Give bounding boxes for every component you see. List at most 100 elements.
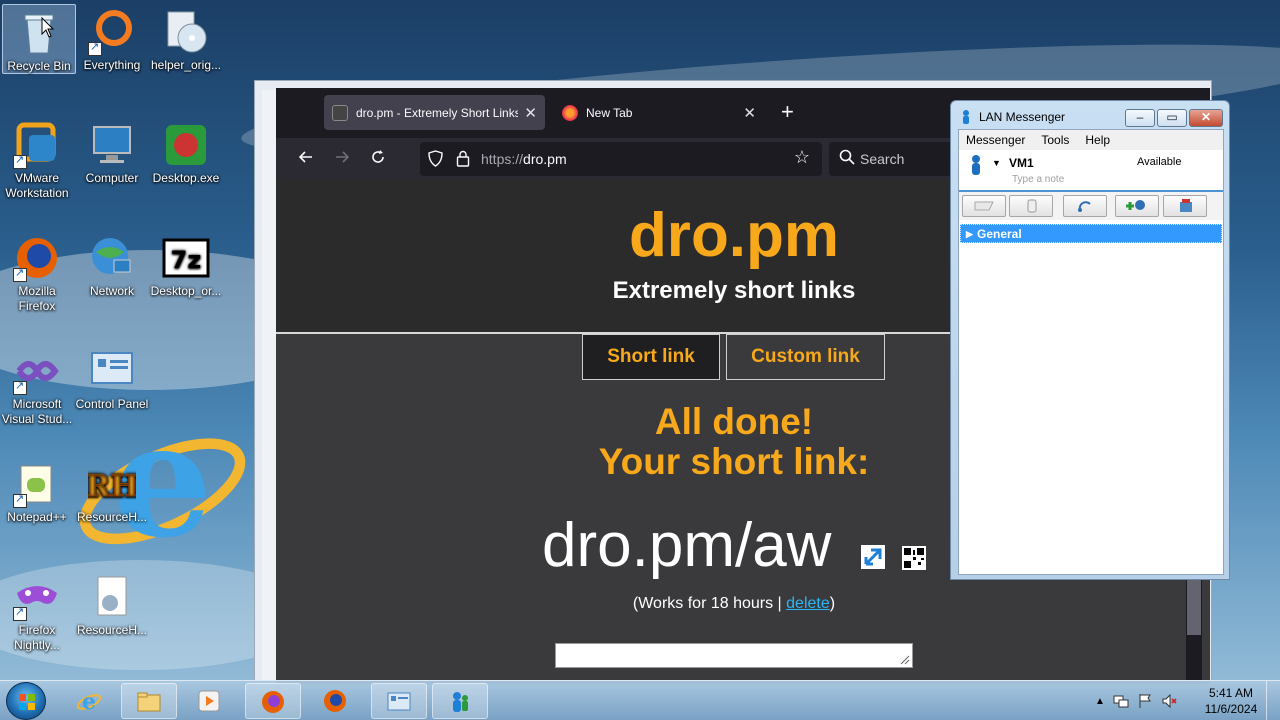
svg-text:e: e — [82, 689, 96, 714]
show-desktop-button[interactable] — [1266, 681, 1280, 720]
volume-muted-icon[interactable] — [1161, 693, 1177, 709]
short-link-tab[interactable]: Short link — [582, 334, 720, 380]
expiry-note: (Works for 18 hours | delete) — [632, 595, 836, 612]
desktop-icon-desktop-or[interactable]: 7z Desktop_or... — [149, 230, 223, 299]
taskbar-media-player[interactable] — [182, 683, 238, 719]
tools-icon — [1180, 199, 1192, 212]
scrollbar-thumb[interactable] — [1187, 580, 1201, 635]
chat-bubble-icon — [974, 201, 994, 211]
taskbar-firefox[interactable] — [308, 683, 364, 719]
taskbar-firefox-nightly[interactable] — [245, 683, 301, 719]
firefox-icon — [324, 690, 346, 712]
chat-button[interactable] — [962, 195, 1006, 217]
lan-messenger-app-icon — [963, 110, 969, 124]
menu-tools[interactable]: Tools — [1041, 130, 1069, 150]
minimize-button[interactable]: – — [1125, 109, 1155, 127]
desktop-icon-notepadpp[interactable]: Notepad++ — [0, 456, 74, 525]
firefox-icon — [13, 234, 61, 282]
show-hidden-icons-icon[interactable]: ▲ — [1095, 696, 1105, 707]
notepadpp-icon — [13, 460, 61, 508]
7zip-icon: 7z — [162, 234, 210, 282]
short-link-result[interactable]: dro.pm/aw — [542, 510, 831, 581]
desktop-icon-computer[interactable]: Computer — [75, 117, 149, 186]
desktop-icon-label: Notepad++ — [7, 510, 67, 524]
desktop-icon-recycle-bin[interactable]: Recycle Bin — [2, 4, 76, 74]
taskbar-lan-messenger[interactable] — [432, 683, 488, 719]
taskbar-ie[interactable]: e — [62, 683, 118, 719]
firefox-nightly-icon — [13, 573, 61, 621]
back-button[interactable] — [294, 147, 318, 171]
maximize-button[interactable]: ▭ — [1157, 109, 1187, 127]
recycle-bin-icon — [15, 9, 63, 57]
custom-link-tab[interactable]: Custom link — [726, 334, 885, 380]
desktop-icon-label: Network — [89, 284, 134, 298]
desktop-icon-vmware[interactable]: VMware Workstation — [0, 117, 74, 201]
disc-icon — [162, 8, 210, 56]
desktop-icon-everything[interactable]: Everything — [75, 4, 149, 73]
vmware-icon — [13, 121, 61, 169]
action-center-flag-icon[interactable] — [1137, 693, 1153, 709]
user-status[interactable]: Available — [1137, 156, 1181, 168]
link-textarea[interactable] — [555, 643, 913, 668]
tab-close-button[interactable]: ✕ — [524, 104, 537, 122]
desktop-icon-resource-hacker[interactable]: RH ResourceH... — [75, 456, 149, 525]
lock-icon[interactable] — [456, 150, 470, 167]
contact-group-general[interactable]: ▶ General — [960, 224, 1222, 243]
taskbar-control-panel[interactable] — [371, 683, 427, 719]
desktop-icon-firefox-nightly[interactable]: Firefox Nightly... — [0, 569, 74, 653]
user-avatar-icon[interactable] — [970, 154, 982, 176]
desktop-icon-desktop-exe[interactable]: Desktop.exe — [149, 117, 223, 186]
bookmark-star-icon[interactable]: ☆ — [794, 147, 810, 168]
desktop-icon-network[interactable]: Network — [75, 230, 149, 299]
url-bar[interactable]: https://dro.pm ☆ — [420, 142, 822, 176]
desktop-icon-label: Firefox Nightly... — [14, 623, 60, 652]
menu-help[interactable]: Help — [1085, 130, 1110, 150]
desktop-icon-label: Microsoft Visual Stud... — [1, 397, 73, 426]
shortcut-arrow-icon — [13, 605, 27, 621]
start-button[interactable] — [6, 682, 46, 720]
tab-dro-pm[interactable]: dro.pm - Extremely Short Links ✕ — [324, 95, 545, 130]
desktop-icon-label: Control Panel — [75, 397, 149, 411]
lan-menubar: Messenger Tools Help — [959, 130, 1223, 150]
desktop-icon-firefox[interactable]: Mozilla Firefox — [0, 230, 74, 314]
desktop-icon-control-panel[interactable]: Control Panel — [75, 343, 149, 412]
everything-icon — [88, 8, 136, 56]
resize-grip-icon[interactable] — [898, 653, 910, 665]
delete-link[interactable]: delete — [786, 595, 830, 612]
qr-code-icon[interactable] — [902, 546, 926, 570]
user-name: VM1 — [1009, 156, 1034, 170]
broadcast-button[interactable] — [1009, 195, 1053, 217]
lan-messenger-window: LAN Messenger – ▭ ✕ Messenger Tools Help… — [950, 100, 1230, 580]
network-tray-icon[interactable] — [1113, 693, 1129, 709]
close-button[interactable]: ✕ — [1189, 109, 1223, 127]
reload-button[interactable] — [366, 147, 390, 171]
desktop-icon-resource-file[interactable]: ResourceH... — [75, 569, 149, 638]
open-link-icon[interactable] — [861, 545, 885, 569]
refresh-button[interactable] — [1063, 195, 1107, 217]
shortcut-arrow-icon — [88, 40, 102, 56]
desktop-icon-label: Desktop_or... — [150, 284, 222, 298]
tab-new-tab[interactable]: New Tab ✕ — [554, 95, 764, 130]
status-dropdown-icon[interactable]: ▼ — [992, 158, 1001, 168]
taskbar: e ▲ 5:41 AM 11/6/2024 — [0, 680, 1280, 720]
menu-messenger[interactable]: Messenger — [966, 130, 1025, 150]
forward-arrow-icon — [336, 151, 350, 163]
settings-button[interactable] — [1163, 195, 1207, 217]
resource-hacker-icon: RH — [85, 460, 139, 508]
forward-button[interactable] — [330, 147, 354, 171]
add-contact-button[interactable] — [1115, 195, 1159, 217]
new-tab-button[interactable]: + — [781, 101, 794, 123]
note-input[interactable]: Type a note — [1012, 174, 1064, 185]
desktop-icon-visual-studio[interactable]: Microsoft Visual Stud... — [0, 343, 74, 427]
svg-text:RH: RH — [88, 469, 136, 504]
desktop-icon-helper[interactable]: helper_orig... — [149, 4, 223, 73]
link-type-tabs: Short link Custom link — [582, 334, 885, 380]
expand-arrow-icon[interactable]: ▶ — [966, 225, 973, 244]
tab-close-button[interactable]: ✕ — [743, 104, 756, 122]
tracking-shield-icon[interactable] — [428, 150, 443, 167]
page-scrollbar[interactable] — [1186, 580, 1202, 684]
shortcut-arrow-icon — [13, 153, 27, 169]
taskbar-explorer[interactable] — [121, 683, 177, 719]
back-arrow-icon — [298, 151, 312, 163]
system-clock[interactable]: 5:41 AM 11/6/2024 — [1196, 685, 1266, 717]
